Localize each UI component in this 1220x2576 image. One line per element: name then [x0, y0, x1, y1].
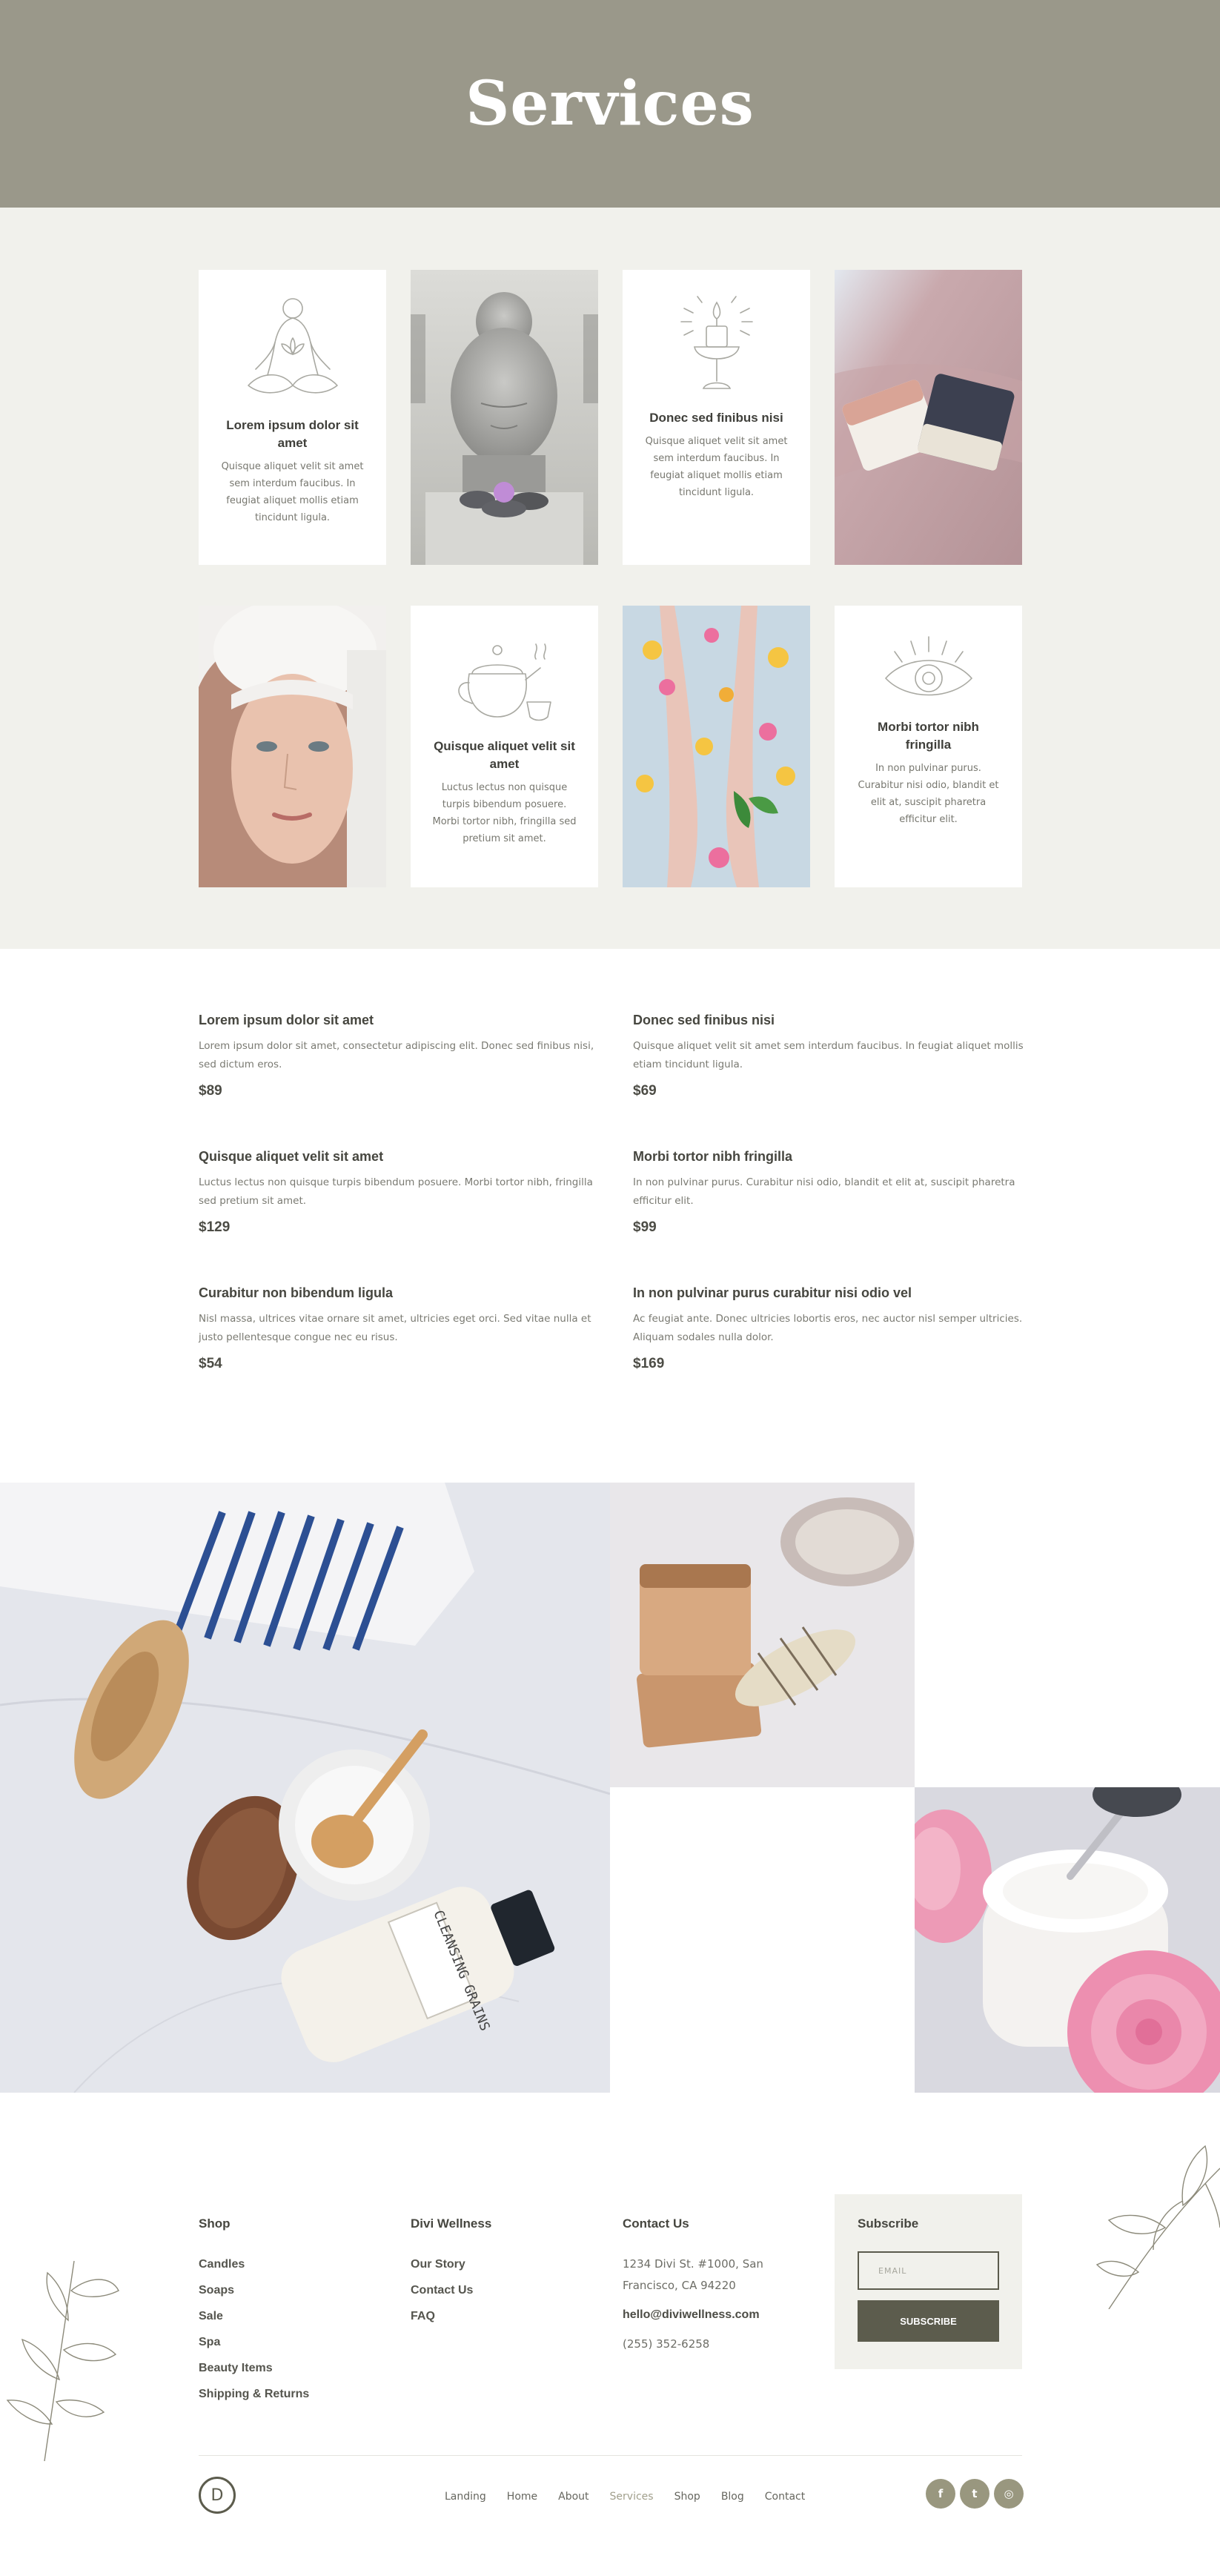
- price-item-title: Donec sed finibus nisi: [633, 1013, 775, 1027]
- price-item-price: $99: [633, 1219, 657, 1235]
- footer-brand-heading: Divi Wellness: [411, 2216, 492, 2231]
- footer-shop-heading: Shop: [199, 2216, 231, 2231]
- price-item-description: Quisque aliquet velit sit amet sem inter…: [633, 1040, 1024, 1070]
- price-item: Quisque aliquet velit sit amet Luctus le…: [199, 1149, 614, 1236]
- service-card[interactable]: Lorem ipsum dolor sit amet Quisque aliqu…: [199, 270, 386, 565]
- price-item-title: Quisque aliquet velit sit amet: [199, 1149, 384, 1164]
- nav-services[interactable]: Services: [610, 2491, 654, 2503]
- price-item-title: Lorem ipsum dolor sit amet: [199, 1013, 374, 1027]
- price-item: Donec sed finibus nisi Quisque aliquet v…: [633, 1013, 1048, 1099]
- price-item-title: Curabitur non bibendum ligula: [199, 1285, 393, 1300]
- nav-about[interactable]: About: [558, 2491, 589, 2503]
- cream-rose-photo: [915, 1787, 1220, 2093]
- footer-link-spa[interactable]: Spa: [199, 2336, 309, 2349]
- eye-icon: [884, 636, 972, 696]
- soap-towel-photo: [835, 270, 1022, 565]
- footer-shop-column: Shop Candles Soaps Sale Spa Beauty Items…: [199, 2216, 309, 2401]
- service-title: Quisque aliquet velit sit amet: [434, 739, 575, 771]
- twitter-glyph: t: [972, 2487, 978, 2500]
- meditation-icon: [247, 298, 338, 394]
- footer-link-candles[interactable]: Candles: [199, 2258, 309, 2271]
- towel-woman-photo: [199, 606, 386, 887]
- footer-link-our-story[interactable]: Our Story: [411, 2258, 491, 2271]
- instagram-glyph: ◎: [1004, 2487, 1014, 2500]
- price-item-price: $169: [633, 1356, 665, 1371]
- nav-contact[interactable]: Contact: [765, 2491, 805, 2503]
- facebook-icon[interactable]: f: [926, 2479, 955, 2509]
- footer-link-soaps[interactable]: Soaps: [199, 2284, 309, 2297]
- contact-address-line1: 1234 Divi St. #1000, San: [623, 2257, 763, 2271]
- price-item-description: Ac feugiat ante. Donec ultricies loborti…: [633, 1313, 1023, 1343]
- bath-products-photo: CLEANSING GRAINS: [0, 1483, 610, 2093]
- nav-shop[interactable]: Shop: [674, 2491, 700, 2503]
- facebook-glyph: f: [938, 2487, 944, 2500]
- price-item: Morbi tortor nibh fringilla In non pulvi…: [633, 1149, 1048, 1236]
- price-item: Lorem ipsum dolor sit amet Lorem ipsum d…: [199, 1013, 614, 1099]
- service-description: In non pulvinar purus. Curabitur nisi od…: [858, 763, 999, 825]
- page-title: Services: [465, 68, 755, 139]
- footer-link-shipping-returns[interactable]: Shipping & Returns: [199, 2388, 309, 2401]
- subscribe-heading: Subscribe: [858, 2216, 919, 2231]
- nav-blog[interactable]: Blog: [721, 2491, 744, 2503]
- footer-contact-column: Contact Us 1234 Divi St. #1000, San Fran…: [623, 2216, 763, 2355]
- service-description: Luctus lectus non quisque turpis bibendu…: [432, 782, 577, 844]
- instagram-icon[interactable]: ◎: [994, 2479, 1024, 2509]
- service-description: Quisque aliquet velit sit amet sem inter…: [221, 461, 364, 523]
- contact-address-line2: Francisco, CA 94220: [623, 2279, 736, 2292]
- subscribe-button[interactable]: SUBSCRIBE: [858, 2300, 999, 2342]
- nav-landing[interactable]: Landing: [445, 2491, 486, 2503]
- footer-link-faq[interactable]: FAQ: [411, 2310, 491, 2323]
- price-item-title: In non pulvinar purus curabitur nisi odi…: [633, 1285, 912, 1300]
- price-item-title: Morbi tortor nibh fringilla: [633, 1149, 792, 1164]
- footer-link-beauty-items[interactable]: Beauty Items: [199, 2362, 309, 2375]
- price-item-description: Lorem ipsum dolor sit amet, consectetur …: [199, 1040, 594, 1070]
- footer-brand-column: Divi Wellness Our Story Contact Us FAQ: [411, 2216, 491, 2323]
- service-card[interactable]: Donec sed finibus nisi Quisque aliquet v…: [623, 270, 810, 565]
- price-item-price: $129: [199, 1219, 231, 1235]
- nav-home[interactable]: Home: [507, 2491, 537, 2503]
- contact-phone: (255) 352-6258: [623, 2337, 710, 2351]
- site-logo[interactable]: D: [199, 2477, 236, 2514]
- price-item-price: $89: [199, 1083, 222, 1099]
- twitter-icon[interactable]: t: [960, 2479, 989, 2509]
- buddha-photo: [411, 270, 598, 565]
- flower-bath-photo: [623, 606, 810, 887]
- teapot-icon: [457, 643, 551, 721]
- footer-nav: Landing Home About Services Shop Blog Co…: [445, 2491, 826, 2503]
- footer-contact-heading: Contact Us: [623, 2216, 689, 2231]
- footer-link-sale[interactable]: Sale: [199, 2310, 309, 2323]
- price-item-price: $69: [633, 1083, 657, 1099]
- price-item: In non pulvinar purus curabitur nisi odi…: [633, 1285, 1048, 1372]
- service-title: Donec sed finibus nisi: [649, 411, 783, 425]
- price-item: Curabitur non bibendum ligula Nisl massa…: [199, 1285, 614, 1372]
- contact-email-link[interactable]: hello@diviwellness.com: [623, 2308, 763, 2322]
- logo-letter: D: [210, 2486, 224, 2505]
- service-description: Quisque aliquet velit sit amet sem inter…: [645, 436, 788, 498]
- services-grid-section: Lorem ipsum dolor sit amet Quisque aliqu…: [0, 208, 1220, 949]
- leaf-branch-icon: [6, 2260, 119, 2461]
- subscribe-box: Subscribe SUBSCRIBE: [835, 2194, 1022, 2369]
- price-item-description: Luctus lectus non quisque turpis bibendu…: [199, 1176, 593, 1207]
- footer-divider: [199, 2455, 1022, 2456]
- service-title: Morbi tortor nibh fringilla: [878, 720, 979, 752]
- leaf-branch-icon: [1095, 2145, 1220, 2309]
- price-item-description: Nisl massa, ultrices vitae ornare sit am…: [199, 1313, 591, 1343]
- hero-banner: Services: [0, 0, 1220, 208]
- soap-sage-photo: [610, 1483, 915, 1787]
- service-title: Lorem ipsum dolor sit amet: [226, 418, 359, 450]
- footer-link-contact-us[interactable]: Contact Us: [411, 2284, 491, 2297]
- service-card[interactable]: Quisque aliquet velit sit amet Luctus le…: [411, 606, 598, 887]
- candle-icon: [680, 296, 753, 389]
- email-input[interactable]: [858, 2251, 999, 2290]
- service-card[interactable]: Morbi tortor nibh fringilla In non pulvi…: [835, 606, 1022, 887]
- price-item-price: $54: [199, 1356, 222, 1371]
- price-list-section: Lorem ipsum dolor sit amet Lorem ipsum d…: [0, 949, 1220, 1483]
- price-item-description: In non pulvinar purus. Curabitur nisi od…: [633, 1176, 1015, 1207]
